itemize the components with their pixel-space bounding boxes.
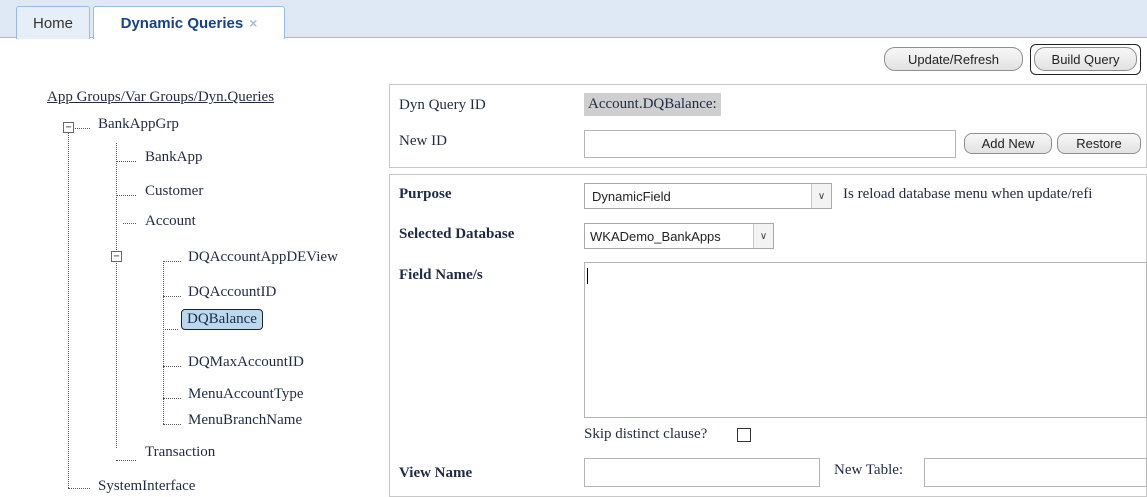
- purpose-label: Purpose: [399, 186, 452, 202]
- tab-dynamic-queries[interactable]: Dynamic Queries ×: [93, 6, 285, 39]
- tab-home-label: Home: [32, 14, 73, 32]
- text-caret: [587, 268, 588, 284]
- tree-node-customer[interactable]: Customer: [145, 183, 203, 200]
- view-name-label: View Name: [399, 465, 473, 481]
- tree-node-dqbalance[interactable]: DQBalance: [181, 309, 263, 330]
- database-select-value: WKADemo_BankApps: [590, 228, 721, 244]
- close-icon[interactable]: ×: [249, 15, 257, 31]
- update-refresh-button[interactable]: Update/Refresh: [884, 47, 1023, 71]
- tree-connector: [68, 488, 90, 489]
- tree-node-dqmaxaccountid[interactable]: DQMaxAccountID: [188, 354, 304, 371]
- tree-panel: App Groups/Var Groups/Dyn.Queries − Bank…: [0, 86, 380, 497]
- collapse-icon[interactable]: −: [111, 251, 122, 262]
- field-names-label: Field Name/s: [399, 267, 483, 283]
- skip-distinct-label: Skip distinct clause?: [584, 426, 708, 442]
- add-new-button[interactable]: Add New: [964, 133, 1052, 154]
- selected-database-label: Selected Database: [399, 226, 515, 242]
- tree-node-transaction[interactable]: Transaction: [145, 444, 215, 461]
- skip-distinct-checkbox[interactable]: [737, 428, 751, 442]
- tree-guide: [116, 143, 117, 448]
- tree-node-menuaccounttype[interactable]: MenuAccountType: [188, 386, 304, 403]
- purpose-select[interactable]: DynamicField ∨: [584, 183, 832, 209]
- database-select[interactable]: WKADemo_BankApps ∨: [584, 223, 774, 249]
- tree-connector: [163, 261, 181, 262]
- tree-connector: [116, 460, 136, 461]
- tree-node-bankappgrp[interactable]: BankAppGrp: [98, 116, 179, 133]
- new-id-input[interactable]: [584, 130, 956, 158]
- collapse-icon[interactable]: −: [63, 122, 74, 133]
- tree-connector: [163, 424, 181, 425]
- new-id-label: New ID: [399, 133, 447, 149]
- chevron-down-icon: ∨: [753, 224, 773, 248]
- tree-root-link[interactable]: App Groups/Var Groups/Dyn.Queries: [47, 89, 274, 106]
- tree-node-menubranchname[interactable]: MenuBranchName: [188, 412, 302, 429]
- new-table-label: New Table:: [834, 462, 904, 478]
- tree-guide: [68, 132, 69, 488]
- tree-node-account[interactable]: Account: [145, 213, 196, 230]
- tree-node-dqaccountappdeview[interactable]: DQAccountAppDEView: [188, 249, 338, 266]
- tree-guide: [163, 261, 164, 424]
- purpose-select-value: DynamicField: [592, 188, 671, 204]
- restore-button[interactable]: Restore: [1057, 133, 1141, 154]
- new-table-input[interactable]: [924, 458, 1147, 487]
- chevron-down-icon: ∨: [811, 184, 831, 208]
- tree-connector: [75, 128, 90, 129]
- tree-connector: [123, 223, 136, 224]
- tree-node-systeminterface[interactable]: SystemInterface: [98, 478, 195, 495]
- build-query-button[interactable]: Build Query: [1034, 47, 1137, 71]
- tree-connector: [163, 398, 181, 399]
- tree-connector: [116, 195, 136, 196]
- tab-dynamic-queries-label: Dynamic Queries: [120, 14, 244, 32]
- reload-menu-text: Is reload database menu when update/refi: [843, 186, 1093, 202]
- tree-connector: [163, 366, 181, 367]
- tree-connector: [163, 296, 181, 297]
- tree-connector: [116, 161, 136, 162]
- dyn-query-id-value: Account.DQBalance:: [584, 93, 721, 116]
- tree-connector: [163, 329, 178, 330]
- tab-home[interactable]: Home: [16, 6, 90, 39]
- view-name-input[interactable]: [584, 458, 820, 487]
- field-names-textarea[interactable]: [584, 262, 1147, 418]
- tree-node-bankapp[interactable]: BankApp: [145, 149, 203, 166]
- tree-node-dqaccountid[interactable]: DQAccountID: [188, 284, 276, 301]
- tab-bar: Home Dynamic Queries ×: [0, 0, 1147, 39]
- dyn-query-id-label: Dyn Query ID: [399, 97, 486, 113]
